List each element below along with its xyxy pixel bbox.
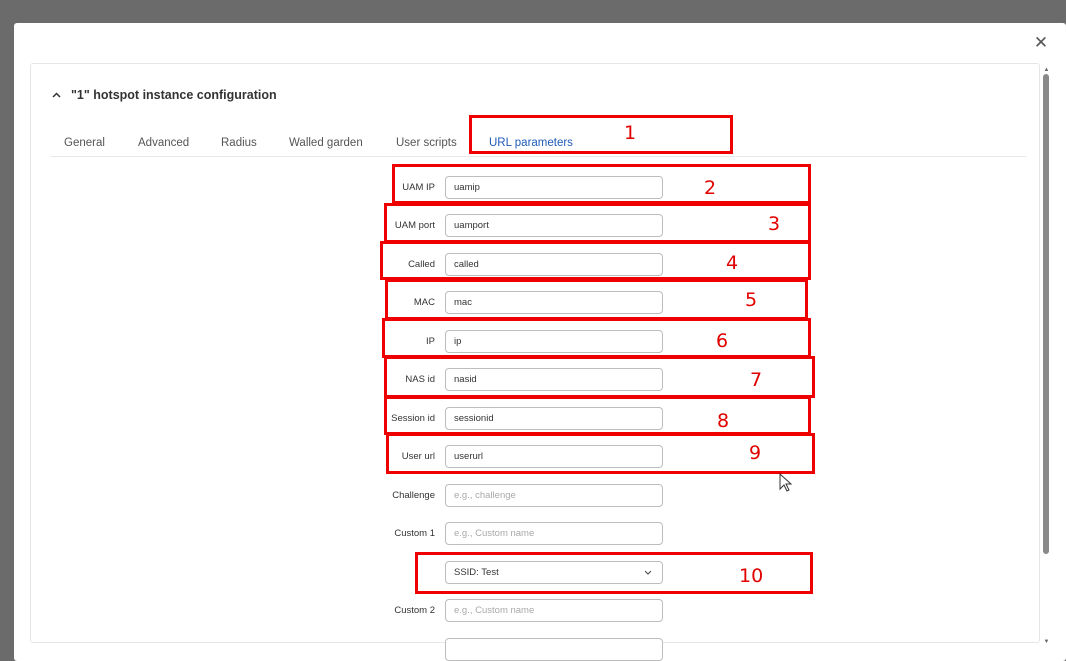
- mouse-cursor-icon: [779, 472, 793, 493]
- user-url-input[interactable]: [445, 445, 663, 468]
- tab-radius[interactable]: Radius: [221, 137, 257, 149]
- uam-ip-input[interactable]: [445, 176, 663, 199]
- form-row-session-id: Session id: [14, 407, 1066, 431]
- nas-id-label: NAS id: [405, 374, 435, 385]
- custom-1-input[interactable]: [445, 522, 663, 545]
- form-row-custom-1: Custom 1: [14, 522, 1066, 546]
- form-row-custom-2: Custom 2: [14, 599, 1066, 623]
- chevron-up-icon[interactable]: [52, 90, 61, 101]
- tab-url-parameters[interactable]: URL parameters: [489, 137, 573, 149]
- scroll-up-icon[interactable]: ▲: [1043, 67, 1050, 73]
- custom-1-label: Custom 1: [394, 528, 435, 539]
- form-row-called: Called: [14, 253, 1066, 277]
- called-input[interactable]: [445, 253, 663, 276]
- form-row-mac: MAC: [14, 291, 1066, 315]
- tab-walled-garden[interactable]: Walled garden: [289, 137, 363, 149]
- tab-user-scripts[interactable]: User scripts: [396, 137, 457, 149]
- user-url-label: User url: [401, 451, 435, 462]
- form-row-nas-id: NAS id: [14, 368, 1066, 392]
- uam-port-input[interactable]: [445, 214, 663, 237]
- challenge-input[interactable]: [445, 484, 663, 507]
- section-header[interactable]: "1" hotspot instance configuration: [52, 87, 277, 103]
- tab-advanced[interactable]: Advanced: [138, 137, 189, 149]
- partial-input[interactable]: [445, 638, 663, 661]
- uam-ip-label: UAM IP: [402, 182, 435, 193]
- scroll-down-icon[interactable]: ▼: [1043, 639, 1050, 645]
- custom-2-input[interactable]: [445, 599, 663, 622]
- ssid-select[interactable]: SSID: Test: [445, 561, 663, 584]
- form-row-partial: [14, 638, 1066, 661]
- chevron-down-icon: [644, 562, 652, 583]
- challenge-label: Challenge: [392, 490, 435, 501]
- tab-general[interactable]: General: [64, 137, 105, 149]
- form-row-challenge: Challenge: [14, 484, 1066, 508]
- tab-bar: General Advanced Radius Walled garden Us…: [50, 137, 1026, 157]
- mac-input[interactable]: [445, 291, 663, 314]
- session-id-input[interactable]: [445, 407, 663, 430]
- called-label: Called: [408, 259, 435, 270]
- form-row-custom-1-select: SSID: Test: [14, 561, 1066, 585]
- scrollbar[interactable]: ▲ ▼: [1043, 67, 1050, 645]
- form-row-uam-ip: UAM IP: [14, 176, 1066, 200]
- form-row-user-url: User url: [14, 445, 1066, 469]
- session-id-label: Session id: [391, 413, 435, 424]
- ssid-select-value: SSID: Test: [454, 567, 499, 578]
- uam-port-label: UAM port: [394, 220, 435, 231]
- form-row-uam-port: UAM port: [14, 214, 1066, 238]
- custom-2-label: Custom 2: [394, 605, 435, 616]
- mac-label: MAC: [413, 297, 435, 308]
- scroll-thumb[interactable]: [1043, 74, 1049, 554]
- section-title: "1" hotspot instance configuration: [71, 88, 277, 102]
- form-row-ip: IP: [14, 330, 1066, 354]
- close-icon[interactable]: ✕: [1031, 33, 1051, 53]
- modal-dialog: ✕ "1" hotspot instance configuration Gen…: [14, 23, 1066, 661]
- ip-label: IP: [426, 336, 435, 347]
- ip-input[interactable]: [445, 330, 663, 353]
- nas-id-input[interactable]: [445, 368, 663, 391]
